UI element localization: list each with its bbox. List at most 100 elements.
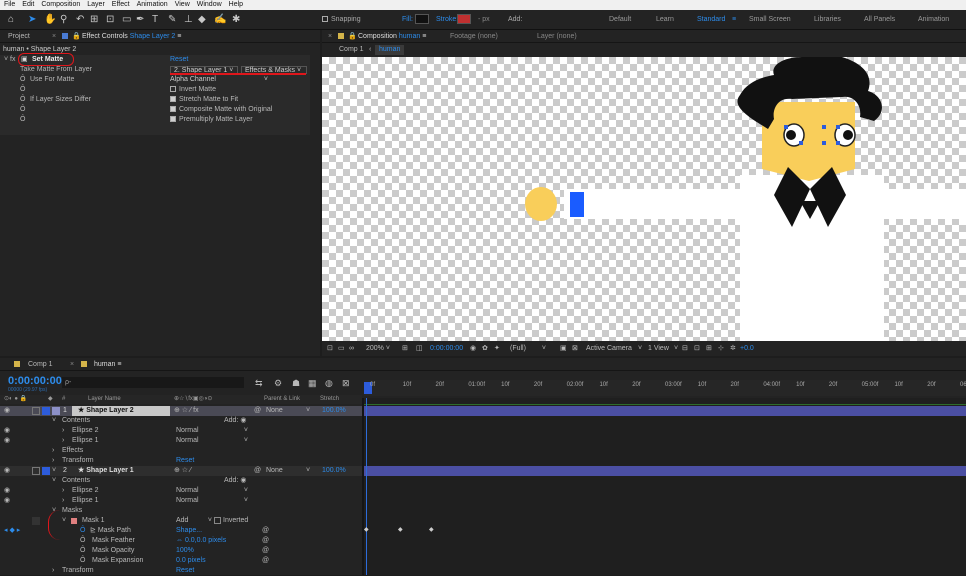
visibility-eye-icon[interactable]: ◉ [4, 436, 10, 446]
av-switches-icon[interactable]: ⊙◐ ● 🔒 [4, 395, 27, 404]
toggle-pixel-icon[interactable]: ⊟ [682, 342, 688, 356]
rectangle-tool-icon[interactable]: ▭ [122, 14, 131, 26]
layer-duration-bar[interactable] [364, 406, 966, 416]
mask-mode-dropdown[interactable]: Add ˅ [176, 516, 212, 526]
menu-file[interactable]: File [4, 0, 15, 10]
roto-tool-icon[interactable]: ✍ [214, 14, 226, 26]
view-layout-dropdown[interactable]: 1 View [648, 342, 669, 356]
visibility-eye-icon[interactable]: ◉ [4, 406, 10, 416]
close-icon[interactable]: × [328, 30, 332, 43]
comp-mini-flowchart-icon[interactable]: ⇆ [255, 378, 263, 389]
tab-human[interactable]: human ≡ [94, 358, 121, 371]
add-menu[interactable]: Add: ◉ [224, 476, 246, 486]
layer-name-header[interactable]: Layer Name [88, 395, 121, 404]
keyframe-icon[interactable]: ◆ [398, 526, 403, 533]
color-channel-icon[interactable]: ✦ [494, 342, 500, 356]
workspace-learn[interactable]: Learn [656, 16, 674, 23]
time-ruler[interactable]: 0f 10f 20f 01:00f 10f 20f 02:00f 10f 20f 03:00f 10… [364, 380, 966, 396]
expression-pickwhip-icon[interactable]: @ [262, 526, 269, 536]
layer-duration-bar[interactable] [364, 466, 966, 476]
mask-expansion-value[interactable]: 0.0 pixels [176, 556, 206, 566]
resolution-dropdown[interactable]: (Full) ˅ [510, 342, 546, 356]
transform-row[interactable]: › Transform Reset [0, 456, 362, 466]
brush-tool-icon[interactable]: ✎ [168, 14, 176, 26]
stopwatch-icon[interactable]: Ô [20, 115, 25, 125]
add-label[interactable]: Add: [508, 16, 522, 23]
viewer-timecode[interactable]: 0:00:00:00 [430, 342, 463, 356]
lock-icon[interactable]: 🔒 [72, 30, 81, 43]
expression-pickwhip-icon[interactable]: @ [262, 546, 269, 556]
keyframe-navigator-icon[interactable]: ◂ ◆ ▸ [4, 526, 20, 536]
contents-row[interactable]: ˅ Contents Add: ◉ [0, 476, 362, 486]
mask-path-value[interactable]: Shape... [176, 526, 202, 536]
tab-comp1[interactable]: Comp 1 [28, 358, 53, 371]
stroke-swatch[interactable] [457, 14, 471, 24]
pen-tool-icon[interactable]: ✒ [136, 14, 144, 26]
reset-link[interactable]: Reset [170, 55, 188, 65]
menu-help[interactable]: Help [229, 0, 243, 10]
menu-effect[interactable]: Effect [112, 0, 130, 10]
stretch-header[interactable]: Stretch [320, 395, 339, 404]
timeline-icon[interactable]: ⊞ [706, 342, 712, 356]
selection-tool-icon[interactable]: ➤ [28, 14, 36, 26]
puppet-tool-icon[interactable]: ✱ [232, 14, 240, 26]
type-tool-icon[interactable]: T [152, 14, 158, 26]
snapshot-icon[interactable]: ◉ [470, 342, 476, 356]
parent-pick-whip-icon[interactable]: @ [254, 466, 261, 476]
parent-dropdown[interactable]: None [266, 406, 283, 416]
mask-feather-value[interactable]: ⇔ 0.0,0.0 pixels [176, 536, 226, 546]
tab-layer[interactable]: Layer (none) [537, 30, 577, 43]
add-menu[interactable]: Add: ◉ [224, 416, 246, 426]
close-icon[interactable]: × [70, 358, 74, 371]
stopwatch-icon[interactable]: Ô [80, 556, 85, 566]
visibility-eye-icon[interactable]: ◉ [4, 426, 10, 436]
ellipse-row[interactable]: ◉ › Ellipse 1 Normal ˅ [0, 436, 362, 446]
path-handle[interactable] [799, 141, 803, 145]
workspace-all-panels[interactable]: All Panels [864, 16, 895, 23]
timeline-graph-area[interactable]: ◆ ◆ ◆ [364, 398, 966, 575]
stopwatch-icon[interactable]: Ô [20, 75, 25, 85]
camera-tool-icon[interactable]: ⊞ [90, 14, 98, 26]
monitor-icon[interactable]: ▭ [338, 342, 345, 356]
layer-name-shape-layer-1[interactable]: ★ Shape Layer 1 [78, 466, 134, 476]
workspace-libraries[interactable]: Libraries [814, 16, 841, 23]
premultiply-matte-checkbox[interactable] [170, 116, 176, 123]
eraser-tool-icon[interactable]: ◆ [198, 14, 206, 26]
ellipse-row[interactable]: ◉ › Ellipse 2 Normal ˅ [0, 426, 362, 436]
fill-swatch[interactable] [415, 14, 429, 24]
stopwatch-icon[interactable]: Ô [20, 85, 25, 95]
keyframe-icon[interactable]: ◆ [364, 526, 369, 533]
mask-toggle-icon[interactable]: ∞ [349, 342, 354, 356]
transparency-grid-icon[interactable]: ⊠ [572, 342, 578, 356]
anchor-tool-icon[interactable]: ⊡ [106, 14, 114, 26]
layer-row-shape-layer-1[interactable]: ◉ ˅ 2 ★ Shape Layer 1 ⊕ ☆ ⁄ @ None ˅ 100… [0, 466, 362, 476]
hand-tool-icon[interactable]: ✋ [44, 14, 56, 26]
stroke-width[interactable]: - px [478, 16, 490, 23]
stopwatch-icon[interactable]: Ô [20, 105, 25, 115]
parent-pick-whip-icon[interactable]: @ [254, 406, 261, 416]
ellipse-row[interactable]: ◉ › Ellipse 1 Normal ˅ [0, 496, 362, 506]
blend-mode-dropdown[interactable]: Normal ˅ [176, 496, 248, 506]
fx-icon[interactable]: ˅ fx [4, 55, 15, 65]
menu-layer[interactable]: Layer [87, 0, 105, 10]
invert-matte-checkbox[interactable] [170, 86, 176, 93]
path-handle[interactable] [836, 125, 840, 129]
layer-search-input[interactable]: ρ- [62, 377, 244, 388]
ellipse-row[interactable]: ◉ › Ellipse 2 Normal ˅ [0, 486, 362, 496]
camera-dropdown[interactable]: Active Camera [586, 342, 632, 356]
workspace-default[interactable]: Default [609, 16, 631, 23]
layer-name-shape-layer-2[interactable]: ★ Shape Layer 2 [72, 406, 170, 416]
playhead-line[interactable] [366, 398, 367, 575]
composite-matte-checkbox[interactable] [170, 106, 176, 113]
path-handle[interactable] [784, 125, 788, 129]
layer-row-shape-layer-2[interactable]: ◉ 1 ★ Shape Layer 2 ⊕ ☆ ⁄ fx @ None ˅ 10… [0, 406, 362, 416]
blend-mode-dropdown[interactable]: Normal ˅ [176, 486, 248, 496]
path-handle[interactable] [822, 141, 826, 145]
keyframe-icon[interactable]: ◆ [429, 526, 434, 533]
effects-row[interactable]: › Effects [0, 446, 362, 456]
shy-layers-icon[interactable]: ☗ [292, 378, 300, 389]
workspace-menu-icon[interactable]: ≡ [732, 16, 736, 23]
fast-preview-icon[interactable]: ⊡ [694, 342, 700, 356]
zoom-dropdown[interactable]: 200% ˅ [366, 342, 390, 356]
work-area-bar[interactable] [364, 404, 966, 405]
